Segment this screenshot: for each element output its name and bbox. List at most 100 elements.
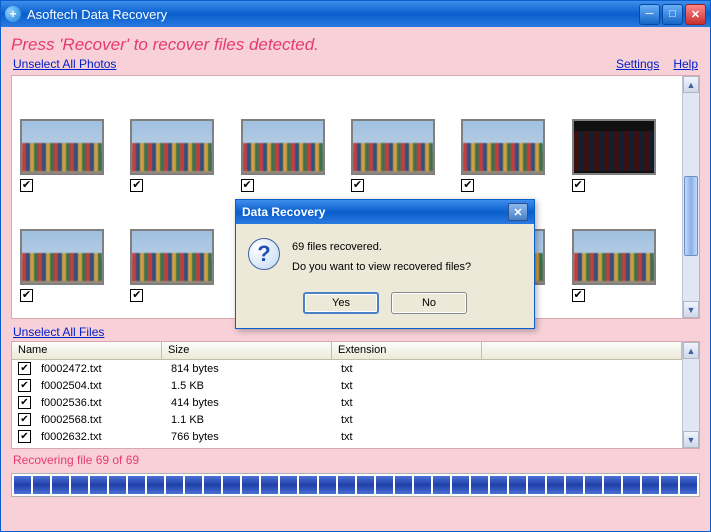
cell-size: 1.5 KB <box>165 379 335 393</box>
photo-thumb[interactable] <box>16 302 126 318</box>
table-row[interactable]: ✔f0002472.txt814 bytestxt <box>12 360 682 377</box>
progress-segment <box>52 476 69 494</box>
cell-ext: txt <box>335 413 485 427</box>
file-checkbox[interactable]: ✔ <box>18 430 31 443</box>
app-title: Asoftech Data Recovery <box>27 7 639 22</box>
cell-ext: txt <box>335 430 485 444</box>
table-row[interactable]: ✔f0002536.txt414 bytestxt <box>12 394 682 411</box>
app-window: + Asoftech Data Recovery ─ □ ✕ Press 'Re… <box>0 0 711 532</box>
file-checkbox[interactable]: ✔ <box>18 396 31 409</box>
progress-segment <box>90 476 107 494</box>
cell-size: 1.1 KB <box>165 413 335 427</box>
thumbnail-image[interactable] <box>130 119 214 175</box>
close-button[interactable]: ✕ <box>685 4 706 25</box>
no-button[interactable]: No <box>391 292 467 314</box>
progress-segment <box>147 476 164 494</box>
help-link[interactable]: Help <box>673 57 698 71</box>
progress-segment <box>319 476 336 494</box>
progress-segment <box>661 476 678 494</box>
thumbnail-image[interactable] <box>130 229 214 285</box>
progress-segment <box>490 476 507 494</box>
file-checkbox[interactable]: ✔ <box>18 413 31 426</box>
photo-checkbox[interactable]: ✔ <box>461 179 474 192</box>
scroll-up-arrow-icon[interactable]: ▲ <box>683 76 699 93</box>
col-header-name[interactable]: Name <box>12 342 162 359</box>
file-checkbox[interactable]: ✔ <box>18 379 31 392</box>
cell-name: f0002568.txt <box>35 413 165 427</box>
photo-thumb[interactable]: ✔ <box>237 82 347 192</box>
app-icon: + <box>5 6 21 22</box>
photo-checkbox[interactable]: ✔ <box>351 179 364 192</box>
cell-name: f0002472.txt <box>35 362 165 376</box>
thumbnail-image[interactable] <box>461 119 545 175</box>
files-scrollbar[interactable]: ▲ ▼ <box>682 342 699 448</box>
progress-segment <box>604 476 621 494</box>
cell-ext: txt <box>335 396 485 410</box>
files-table-header: Name Size Extension <box>12 342 682 360</box>
question-icon: ? <box>248 238 280 270</box>
scroll-up-arrow-icon[interactable]: ▲ <box>683 342 699 359</box>
titlebar: + Asoftech Data Recovery ─ □ ✕ <box>1 1 710 27</box>
thumbnail-image[interactable] <box>572 229 656 285</box>
photo-checkbox[interactable]: ✔ <box>130 179 143 192</box>
table-row[interactable]: ✔f0002632.txt766 bytestxt <box>12 428 682 445</box>
scroll-down-arrow-icon[interactable]: ▼ <box>683 301 699 318</box>
scroll-handle[interactable] <box>684 176 698 256</box>
photo-checkbox[interactable]: ✔ <box>20 179 33 192</box>
progress-segment <box>14 476 31 494</box>
photo-checkbox[interactable]: ✔ <box>130 289 143 302</box>
photo-checkbox[interactable]: ✔ <box>20 289 33 302</box>
photo-thumb[interactable]: ✔ <box>568 192 678 302</box>
dialog-line2: Do you want to view recovered files? <box>292 258 471 278</box>
photo-thumb[interactable]: ✔ <box>16 192 126 302</box>
maximize-button[interactable]: □ <box>662 4 683 25</box>
progress-segment <box>299 476 316 494</box>
dialog-message: 69 files recovered. Do you want to view … <box>292 238 471 278</box>
progress-segment <box>376 476 393 494</box>
file-checkbox[interactable]: ✔ <box>18 362 31 375</box>
progress-segment <box>680 476 697 494</box>
unselect-all-photos-link[interactable]: Unselect All Photos <box>13 57 116 71</box>
table-row[interactable]: ✔ f0002568.txt1.1 KBtxt <box>12 411 682 428</box>
progress-segment <box>128 476 145 494</box>
unselect-all-files-link[interactable]: Unselect All Files <box>13 325 104 339</box>
cell-ext: txt <box>335 362 485 376</box>
progress-segment <box>185 476 202 494</box>
col-header-extension[interactable]: Extension <box>332 342 482 359</box>
progress-segment <box>452 476 469 494</box>
scroll-down-arrow-icon[interactable]: ▼ <box>683 431 699 448</box>
cell-name: f0002536.txt <box>35 396 165 410</box>
photo-thumb[interactable]: ✔ <box>16 82 126 192</box>
photo-thumb[interactable]: ✔ <box>568 82 678 192</box>
settings-link[interactable]: Settings <box>616 57 659 71</box>
thumbnail-image[interactable] <box>572 119 656 175</box>
table-row[interactable]: ✔f0002504.txt1.5 KBtxt <box>12 377 682 394</box>
photo-thumb[interactable]: ✔ <box>347 82 457 192</box>
thumbnail-image[interactable] <box>20 119 104 175</box>
progress-segment <box>338 476 355 494</box>
photo-checkbox[interactable]: ✔ <box>572 179 585 192</box>
thumbnail-image[interactable] <box>351 119 435 175</box>
thumbnail-image[interactable] <box>241 119 325 175</box>
photo-thumb[interactable]: ✔ <box>126 192 236 302</box>
scroll-track[interactable] <box>683 93 699 301</box>
thumbnail-image[interactable] <box>20 229 104 285</box>
col-header-empty <box>482 342 682 359</box>
photo-thumb[interactable]: ✔ <box>126 82 236 192</box>
col-header-size[interactable]: Size <box>162 342 332 359</box>
minimize-button[interactable]: ─ <box>639 4 660 25</box>
progress-segment <box>623 476 640 494</box>
recovery-dialog: Data Recovery ✕ ? 69 files recovered. Do… <box>235 199 535 329</box>
scroll-track[interactable] <box>683 359 699 431</box>
files-panel: Name Size Extension ✔f0002472.txt814 byt… <box>11 341 700 449</box>
photo-checkbox[interactable]: ✔ <box>572 289 585 302</box>
dialog-line1: 69 files recovered. <box>292 238 471 258</box>
photo-thumb[interactable]: ✔ <box>457 82 567 192</box>
hint-text: Press 'Recover' to recover files detecte… <box>1 27 710 57</box>
progress-segment <box>166 476 183 494</box>
photos-scrollbar[interactable]: ▲ ▼ <box>682 76 699 318</box>
yes-button[interactable]: Yes <box>303 292 379 314</box>
dialog-close-button[interactable]: ✕ <box>508 203 528 221</box>
photo-checkbox[interactable]: ✔ <box>241 179 254 192</box>
dialog-title: Data Recovery <box>242 205 325 219</box>
